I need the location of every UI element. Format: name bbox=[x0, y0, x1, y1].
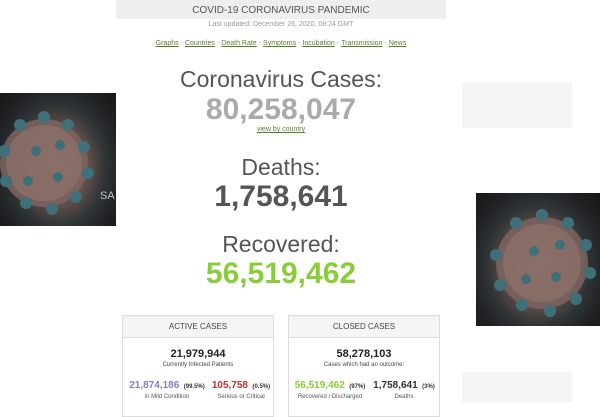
nav-links: Graphs - Countries - Death Rate - Symptoms - Inc… bbox=[116, 40, 446, 47]
serious-label: Serious or Critical bbox=[217, 394, 265, 400]
nav-link-countries[interactable]: Countries bbox=[185, 40, 215, 47]
cases-value: 80,258,047 bbox=[205, 93, 357, 126]
mild-condition-stat: 21,874,186 (99.5%) in Mild Condition bbox=[123, 375, 211, 400]
nav-link-transmission[interactable]: Transmission bbox=[341, 40, 382, 47]
serious-pct: (0.5%) bbox=[252, 384, 271, 390]
closed-cases-split: 56,519,462 (97%) Recovered / Discharged … bbox=[289, 375, 439, 405]
coronavirus-image-right bbox=[476, 193, 600, 326]
view-by-country-link[interactable]: view by country bbox=[257, 126, 305, 133]
last-updated-text: Last updated: December 26, 2020, 08:24 G… bbox=[208, 21, 354, 28]
closed-recovered-stat: 56,519,462 (97%) Recovered / Discharged bbox=[289, 375, 371, 400]
closed-deaths-stat: 1,758,641 (3%) Deaths bbox=[369, 375, 439, 400]
active-cases-split: 21,874,186 (99.5%) in Mild Condition 105… bbox=[123, 375, 273, 405]
nav-separator: - bbox=[180, 40, 183, 47]
closed-recovered-value: 56,519,462 bbox=[294, 380, 345, 391]
active-cases-total: 21,979,944 bbox=[170, 348, 226, 360]
nav-link-news[interactable]: News bbox=[389, 40, 407, 47]
coronavirus-image-left: SA bbox=[0, 93, 116, 226]
mild-pct-value: 99.5 bbox=[185, 384, 198, 390]
active-cases-heading: ACTIVE CASES bbox=[123, 316, 273, 338]
nav-separator: - bbox=[216, 40, 220, 47]
recovered-value: 56,519,462 bbox=[205, 257, 357, 290]
virus-illustration-right bbox=[490, 209, 596, 317]
view-by-country-link-wrap: view by country bbox=[116, 126, 446, 133]
ad-placeholder-top bbox=[462, 82, 572, 128]
nav-separator: - bbox=[336, 40, 340, 47]
serious-pct-value: 0.5 bbox=[254, 384, 263, 390]
closed-recovered-pct: (97%) bbox=[349, 384, 366, 390]
closed-recovered-label: Recovered / Discharged bbox=[297, 394, 363, 400]
nav-link-incubation[interactable]: Incubation bbox=[302, 40, 334, 47]
deaths-label: Deaths: bbox=[241, 154, 321, 180]
closed-cases-subtitle: Cases which had an outcome: bbox=[323, 362, 405, 368]
active-cases-subtitle: Currently Infected Patients bbox=[162, 362, 234, 368]
nav-separator: - bbox=[258, 40, 262, 47]
mild-value: 21,874,186 bbox=[129, 380, 180, 391]
left-image-caption: SA bbox=[100, 190, 115, 202]
nav-link-death-rate[interactable]: Death Rate bbox=[221, 40, 256, 47]
closed-deaths-pct-value: 3 bbox=[424, 384, 428, 390]
mild-label: in Mild Condition bbox=[144, 394, 190, 400]
nav-link-graphs[interactable]: Graphs bbox=[156, 40, 179, 47]
serious-critical-stat: 105,758 (0.5%) Serious or Critical bbox=[209, 375, 273, 400]
nav-separator: - bbox=[384, 40, 387, 47]
closed-deaths-value: 1,758,641 bbox=[373, 380, 418, 391]
nav-separator: - bbox=[298, 40, 301, 47]
recovered-label: Recovered: bbox=[222, 231, 340, 257]
closed-deaths-pct: (3%) bbox=[422, 384, 435, 390]
closed-deaths-label: Deaths bbox=[394, 394, 414, 400]
serious-value: 105,758 bbox=[211, 380, 248, 391]
virus-illustration-left: SA bbox=[0, 111, 115, 215]
closed-cases-heading: CLOSED CASES bbox=[289, 316, 439, 338]
page-title: COVID-19 CORONAVIRUS PANDEMIC bbox=[192, 5, 370, 16]
cases-label: Coronavirus Cases: bbox=[180, 66, 382, 92]
mild-pct: (99.5%) bbox=[183, 384, 205, 390]
nav-link-symptoms[interactable]: Symptoms bbox=[263, 40, 296, 47]
closed-recovered-pct-value: 97 bbox=[351, 384, 358, 390]
deaths-value: 1,758,641 bbox=[214, 180, 348, 213]
closed-cases-total: 58,278,103 bbox=[336, 348, 392, 360]
ad-placeholder-bottom bbox=[462, 372, 572, 402]
